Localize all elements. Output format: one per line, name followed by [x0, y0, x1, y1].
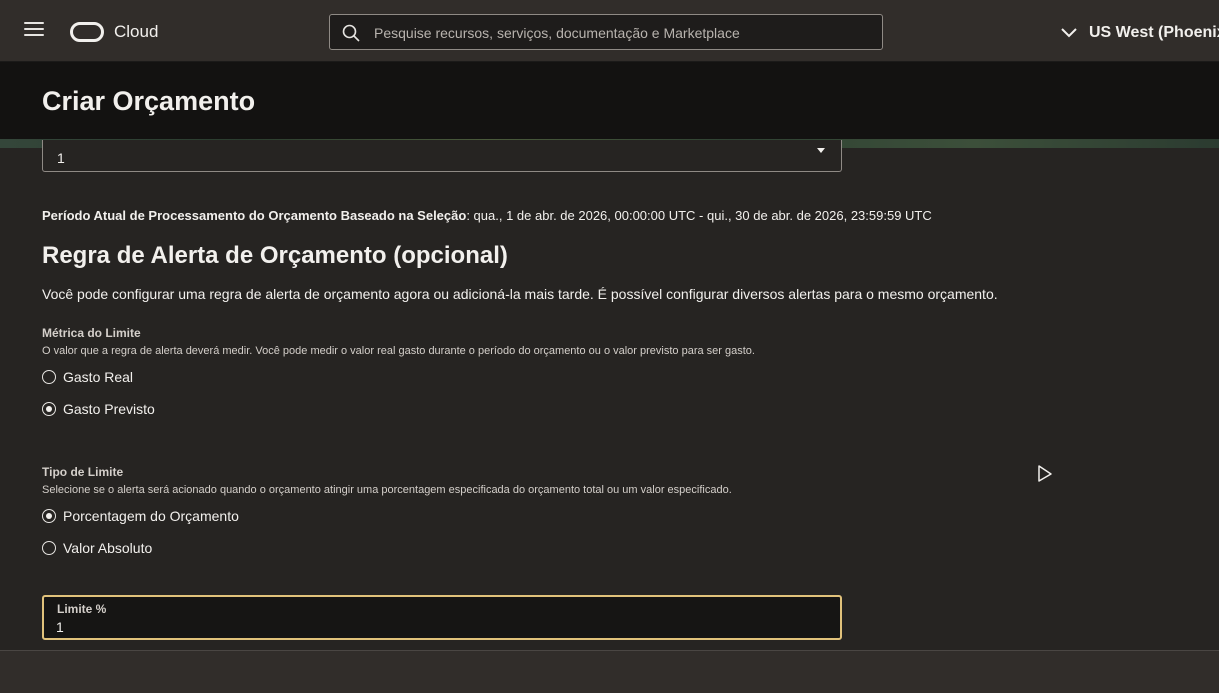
radio-unchecked-icon[interactable] — [42, 370, 56, 384]
top-navigation-bar: Cloud US West (Phoenix — [0, 0, 1219, 62]
radio-checked-icon[interactable] — [42, 402, 56, 416]
limit-label: Limite % — [57, 602, 107, 616]
alert-section-description: Você pode configurar uma regra de alerta… — [42, 286, 998, 302]
budget-select-dropdown[interactable]: 1 — [42, 140, 842, 172]
page-header: Criar Orçamento — [0, 62, 1219, 139]
radio-label: Valor Absoluto — [63, 540, 153, 556]
oracle-logo-icon[interactable] — [70, 22, 104, 42]
region-label: US West (Phoenix — [1089, 24, 1219, 41]
page-title: Criar Orçamento — [42, 86, 256, 116]
radio-percentage-of-budget[interactable]: Porcentagem do Orçamento — [42, 507, 239, 525]
radio-label: Gasto Previsto — [63, 401, 155, 417]
radio-actual-spend[interactable]: Gasto Real — [42, 368, 133, 386]
radio-label: Gasto Real — [63, 369, 134, 385]
period-label: Período Atual de Processamento do Orçame… — [42, 208, 467, 223]
mouse-cursor-icon — [1038, 465, 1052, 482]
radio-unchecked-icon[interactable] — [42, 541, 56, 555]
search-icon — [342, 24, 360, 42]
footer-action-bar — [0, 650, 1219, 693]
chevron-down-icon — [1061, 28, 1077, 38]
budget-period-text: Período Atual de Processamento do Orçame… — [42, 208, 932, 223]
threshold-type-label: Tipo de Limite — [42, 465, 124, 479]
radio-absolute-value[interactable]: Valor Absoluto — [42, 539, 152, 557]
select-value: 1 — [57, 150, 65, 166]
search-bar[interactable] — [329, 14, 883, 50]
limit-percent-field[interactable]: Limite % — [42, 595, 842, 640]
search-input[interactable] — [374, 21, 874, 45]
radio-label: Porcentagem do Orçamento — [63, 508, 239, 524]
threshold-metric-label: Métrica do Limite — [42, 326, 141, 340]
period-value: : qua., 1 de abr. de 2026, 00:00:00 UTC … — [466, 208, 932, 223]
threshold-metric-help: O valor que a regra de alerta deverá med… — [42, 345, 755, 357]
radio-forecast-spend[interactable]: Gasto Previsto — [42, 400, 155, 418]
brand-name[interactable]: Cloud — [114, 22, 158, 42]
threshold-type-help: Selecione se o alerta será acionado quan… — [42, 484, 732, 496]
alert-section-title: Regra de Alerta de Orçamento (opcional) — [42, 242, 508, 269]
hamburger-menu-icon[interactable] — [24, 22, 44, 38]
limit-input[interactable] — [56, 617, 826, 637]
region-selector[interactable]: US West (Phoenix — [1060, 22, 1219, 44]
radio-checked-icon[interactable] — [42, 509, 56, 523]
caret-down-icon — [817, 148, 825, 153]
